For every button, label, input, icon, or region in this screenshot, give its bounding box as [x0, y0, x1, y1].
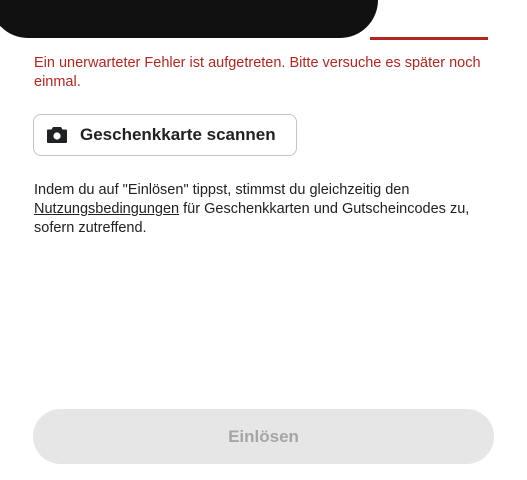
- terms-notice: Indem du auf "Einlösen" tippst, stimmst …: [34, 181, 504, 238]
- redeem-button[interactable]: Einlösen: [33, 409, 494, 464]
- terms-prefix: Indem du auf "Einlösen" tippst, stimmst …: [34, 182, 410, 198]
- scan-gift-card-button[interactable]: Geschenkkarte scannen: [33, 114, 297, 156]
- redeem-button-label: Einlösen: [228, 426, 299, 446]
- terms-link[interactable]: Nutzungsbedingungen: [34, 201, 179, 217]
- code-field-error-underline: [370, 37, 488, 40]
- redacted-header: [0, 0, 378, 38]
- error-message: Ein unerwarteter Fehler ist aufgetreten.…: [34, 55, 481, 90]
- camera-icon: [46, 126, 68, 144]
- scan-gift-card-label: Geschenkkarte scannen: [80, 125, 276, 144]
